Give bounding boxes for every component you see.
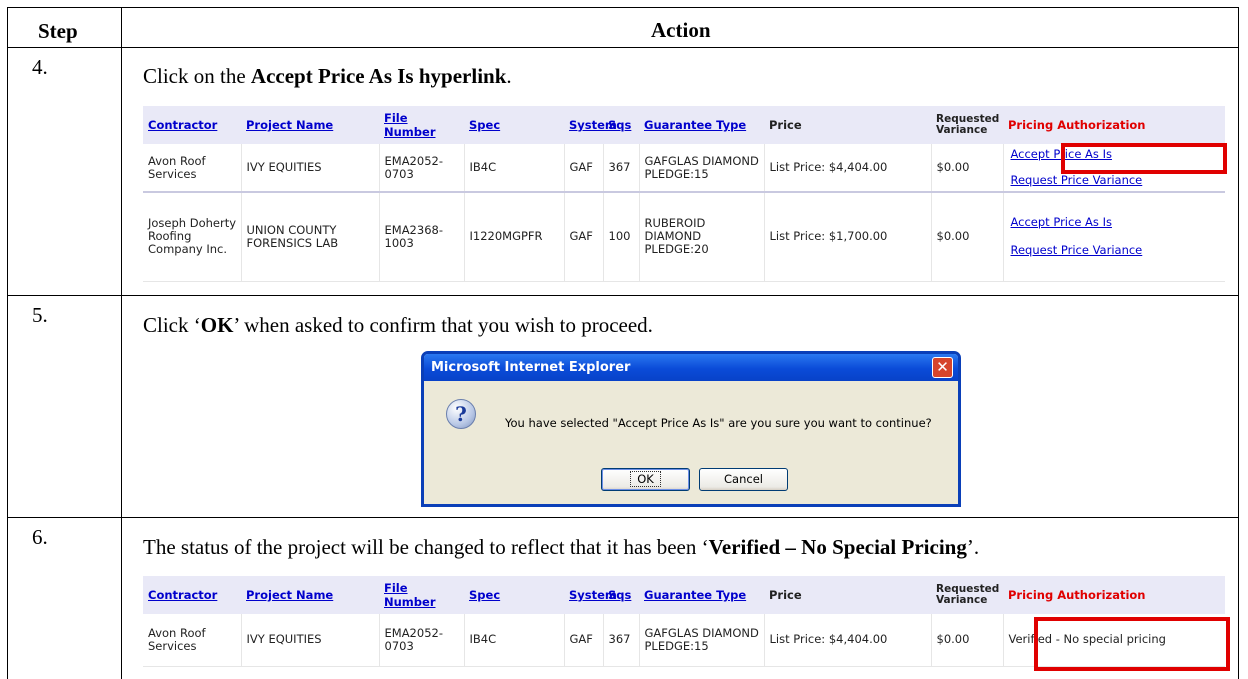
- cell-file: EMA2368-1003: [379, 192, 465, 282]
- col-spec[interactable]: Spec: [464, 106, 564, 144]
- request-variance-link[interactable]: Request Price Variance: [1011, 174, 1224, 187]
- col-price: Price: [764, 576, 931, 614]
- col-spec[interactable]: Spec: [464, 576, 564, 614]
- cell-variance: $0.00: [931, 192, 1004, 282]
- dialog-message: You have selected "Accept Price As Is" a…: [505, 416, 932, 430]
- step-header: Step: [38, 19, 78, 43]
- col-file-number[interactable]: File Number: [379, 576, 464, 614]
- cell-price: List Price: $4,404.00: [764, 144, 932, 193]
- request-variance-link[interactable]: Request Price Variance: [1011, 244, 1224, 257]
- cell-file: EMA2052-0703: [379, 614, 465, 667]
- cell-project: UNION COUNTY FORENSICS LAB: [241, 192, 380, 282]
- cell-guarantee: RUBEROID DIAMOND PLEDGE:20: [639, 192, 765, 282]
- col-project-name[interactable]: Project Name: [241, 106, 379, 144]
- col-requested-variance: Requested Variance: [931, 106, 1003, 144]
- cell-variance: $0.00: [931, 614, 1004, 667]
- step-instruction: Click ‘OK’ when asked to confirm that yo…: [143, 313, 653, 337]
- step-instruction: Click on the Accept Price As Is hyperlin…: [143, 64, 512, 88]
- accept-price-link[interactable]: Accept Price As Is: [1011, 216, 1224, 229]
- column-divider: [121, 7, 122, 679]
- cell-project: IVY EQUITIES: [241, 144, 380, 193]
- col-pricing-authorization: Pricing Authorization: [1003, 576, 1225, 614]
- cell-authorization: Accept Price As Is Request Price Varianc…: [1003, 192, 1225, 282]
- confirm-dialog: Microsoft Internet Explorer ✕ ? You have…: [421, 351, 961, 507]
- col-pricing-authorization: Pricing Authorization: [1003, 106, 1225, 144]
- close-icon[interactable]: ✕: [932, 357, 953, 378]
- row-divider: [7, 517, 1239, 518]
- cell-sqs: 367: [603, 144, 640, 193]
- cell-variance: $0.00: [931, 144, 1004, 193]
- cell-guarantee: GAFGLAS DIAMOND PLEDGE:15: [639, 614, 765, 667]
- col-sqs[interactable]: Sqs: [603, 106, 639, 144]
- step-number: 4.: [32, 55, 48, 79]
- cell-sqs: 100: [603, 192, 640, 282]
- cell-guarantee: GAFGLAS DIAMOND PLEDGE:15: [639, 144, 765, 193]
- col-guarantee-type[interactable]: Guarantee Type: [639, 106, 764, 144]
- table-border-top: [7, 7, 1239, 8]
- highlight-box: [1034, 617, 1230, 671]
- cell-system: GAF: [564, 144, 604, 193]
- col-price: Price: [764, 106, 931, 144]
- cell-contractor: Avon Roof Services: [143, 614, 242, 667]
- col-sqs[interactable]: Sqs: [603, 576, 639, 614]
- step-instruction: The status of the project will be change…: [143, 535, 980, 559]
- cell-spec: I1220MGPFR: [464, 192, 565, 282]
- step-number: 5.: [32, 303, 48, 327]
- cell-project: IVY EQUITIES: [241, 614, 380, 667]
- projects-grid: Contractor Project Name File Number Spec…: [143, 106, 1225, 282]
- table-border-right: [1238, 7, 1239, 679]
- cell-price: List Price: $1,700.00: [764, 192, 932, 282]
- ok-button[interactable]: OK: [601, 468, 690, 491]
- cell-file: EMA2052-0703: [379, 144, 465, 193]
- cell-sqs: 367: [603, 614, 640, 667]
- cell-system: GAF: [564, 192, 604, 282]
- col-contractor[interactable]: Contractor: [143, 106, 241, 144]
- col-contractor[interactable]: Contractor: [143, 576, 241, 614]
- highlight-box: [1061, 143, 1227, 174]
- col-project-name[interactable]: Project Name: [241, 576, 379, 614]
- col-guarantee-type[interactable]: Guarantee Type: [639, 576, 764, 614]
- ok-button-label: OK: [630, 471, 661, 487]
- step-number: 6.: [32, 525, 48, 549]
- question-icon: ?: [446, 399, 476, 429]
- table-border-left: [7, 7, 8, 679]
- row-divider: [7, 295, 1239, 296]
- col-requested-variance: Requested Variance: [931, 576, 1003, 614]
- cell-contractor: Joseph Doherty Roofing Company Inc.: [143, 192, 242, 282]
- col-system[interactable]: System: [564, 576, 617, 614]
- cancel-button[interactable]: Cancel: [699, 468, 788, 491]
- action-header: Action: [651, 18, 711, 42]
- row-divider: [7, 47, 1239, 48]
- cell-price: List Price: $4,404.00: [764, 614, 932, 667]
- cell-spec: IB4C: [464, 144, 565, 193]
- cell-system: GAF: [564, 614, 604, 667]
- instruction-table: Step Action 4. Click on the Accept Price…: [7, 7, 1239, 679]
- dialog-title: Microsoft Internet Explorer: [424, 354, 958, 381]
- col-system[interactable]: System: [564, 106, 617, 144]
- table-row: Joseph Doherty Roofing Company Inc. UNIO…: [143, 192, 1225, 282]
- cell-spec: IB4C: [464, 614, 565, 667]
- col-file-number[interactable]: File Number: [379, 106, 464, 144]
- cell-contractor: Avon Roof Services: [143, 144, 242, 193]
